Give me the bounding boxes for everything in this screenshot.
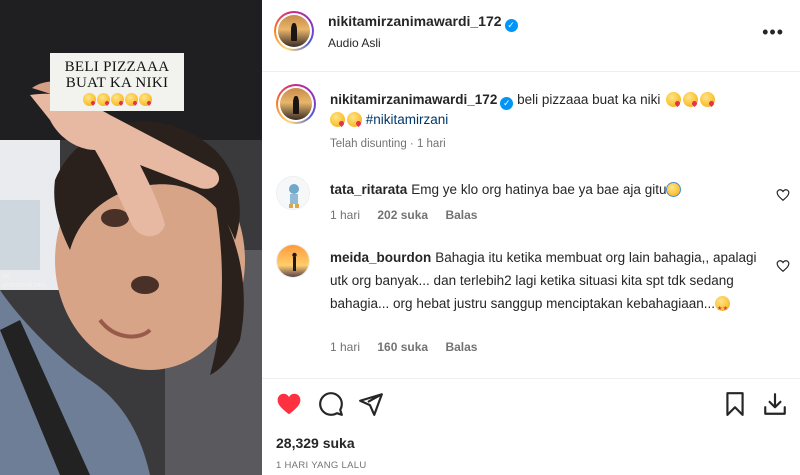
verified-badge-icon: ✓ — [500, 97, 514, 110]
share-icon[interactable] — [358, 391, 384, 417]
post-panel: nikitamirzanimawardi_172 ✓ Audio Asli •••… — [262, 0, 800, 475]
like-comment-heart-icon[interactable] — [776, 188, 790, 202]
posted-time: 1 HARI YANG LALU — [276, 460, 367, 471]
kiss-emoji-icon — [82, 92, 96, 106]
comment-meta: 1 hari 160 suka Balas — [330, 340, 491, 354]
verified-badge-icon: ✓ — [504, 19, 518, 32]
reply-button[interactable]: Balas — [445, 340, 477, 354]
comment-likes[interactable]: 202 suka — [377, 208, 428, 222]
caption-author-avatar[interactable] — [276, 84, 316, 124]
star-struck-emoji-icon — [715, 296, 731, 321]
comment-time: 1 hari — [330, 340, 361, 354]
caption-body: nikitamirzanimawardi_172 ✓ beli pizzaaa b… — [330, 90, 750, 130]
kiss-emoji-icon — [683, 92, 699, 107]
caption-text: beli pizzaaa buat ka niki — [517, 92, 661, 107]
watermark-line-2: ahantamirzani — [2, 282, 46, 289]
download-icon[interactable] — [762, 391, 788, 417]
edited-timestamp: Telah disunting · 1 hari — [330, 138, 446, 150]
kiss-emoji-icon — [138, 92, 152, 106]
caption-username[interactable]: nikitamirzanimawardi_172 — [330, 92, 497, 107]
commenter-username[interactable]: meida_bourdon — [330, 250, 431, 265]
kiss-emoji-icon — [96, 92, 110, 106]
likes-count[interactable]: 28,329 suka — [276, 435, 355, 451]
commenter-avatar[interactable] — [276, 244, 310, 278]
post-header: nikitamirzanimawardi_172 ✓ Audio Asli ••• — [262, 0, 800, 72]
tiktok-watermark: ok ahantamirzani — [2, 272, 46, 290]
caption-line-2: BUAT KA NIKI — [65, 74, 169, 91]
post-media[interactable]: BELI PIZZAAA BUAT KA NIKI ok ahantamirza… — [0, 0, 262, 475]
comment-likes[interactable]: 160 suka — [377, 340, 428, 354]
action-bar — [262, 378, 800, 426]
kiss-emoji-icon — [700, 92, 716, 107]
smiling-halo-emoji-icon — [666, 182, 682, 197]
comment-body: meida_bourdon Bahagia itu ketika membuat … — [330, 246, 760, 321]
watermark-line-1: ok — [2, 273, 10, 280]
comment-text: Emg ye klo org hatinya bae ya bae aja gi… — [411, 182, 667, 197]
author-avatar[interactable] — [274, 11, 314, 51]
heart-filled-icon[interactable] — [276, 391, 302, 417]
hashtag-link[interactable]: #nikitamirzani — [366, 112, 449, 127]
comment-time: 1 hari — [330, 208, 361, 222]
caption-line-1: BELI PIZZAAA — [64, 58, 170, 75]
comment-icon[interactable] — [318, 391, 344, 417]
commenter-username[interactable]: tata_ritarata — [330, 182, 407, 197]
reply-button[interactable]: Balas — [445, 208, 477, 222]
audio-link[interactable]: Audio Asli — [328, 36, 381, 50]
instagram-post-view: BELI PIZZAAA BUAT KA NIKI ok ahantamirza… — [0, 0, 800, 475]
commenter-avatar[interactable] — [276, 176, 310, 210]
caption-emoji-row — [82, 92, 152, 106]
caption-overlay: BELI PIZZAAA BUAT KA NIKI — [50, 53, 184, 111]
more-options-icon[interactable]: ••• — [762, 22, 784, 43]
comment-body: tata_ritarata Emg ye klo org hatinya bae … — [330, 178, 760, 201]
author-username[interactable]: nikitamirzanimawardi_172 ✓ — [328, 13, 518, 32]
author-username-text[interactable]: nikitamirzanimawardi_172 — [328, 13, 502, 29]
bookmark-icon[interactable] — [722, 391, 748, 417]
kiss-emoji-icon — [330, 112, 345, 127]
kiss-emoji-icon — [347, 112, 362, 127]
kiss-emoji-icon — [110, 92, 124, 106]
comment-meta: 1 hari 202 suka Balas — [330, 208, 491, 222]
kiss-emoji-icon — [124, 92, 138, 106]
like-comment-heart-icon[interactable] — [776, 259, 790, 273]
kiss-emoji-icon — [666, 92, 682, 107]
